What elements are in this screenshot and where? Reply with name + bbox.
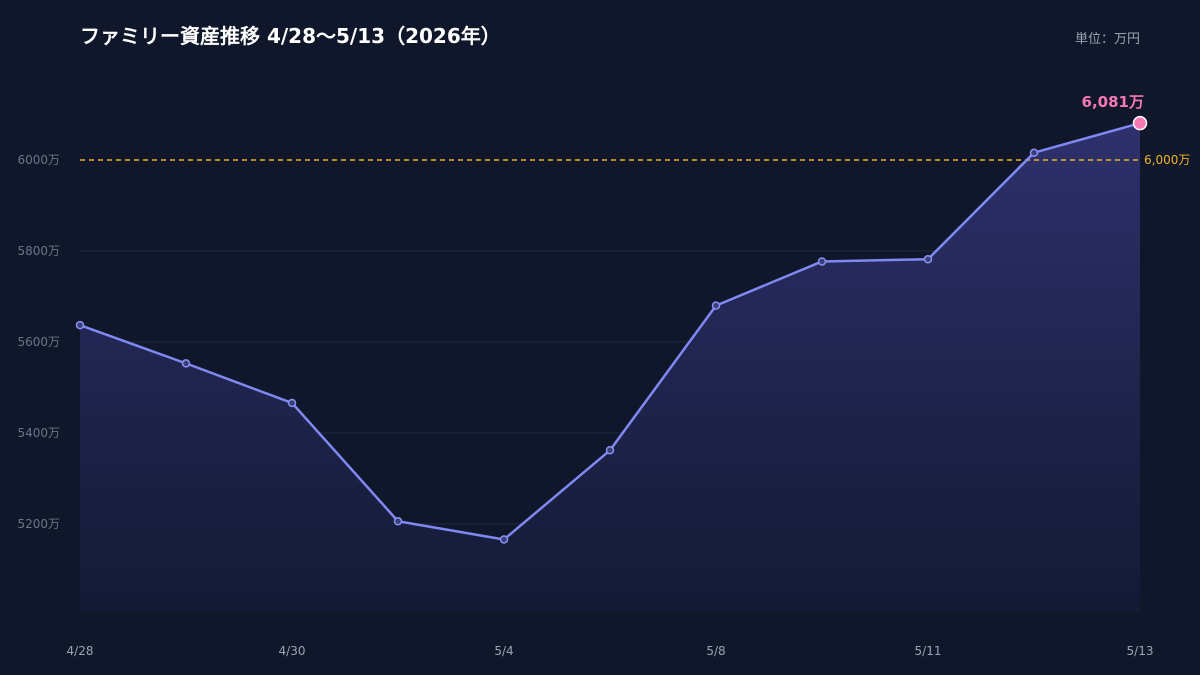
data-point [287,398,297,408]
x-tick-label: 5/8 [706,644,725,658]
x-tick-label: 5/4 [494,644,513,658]
data-point [1029,148,1039,157]
x-tick-label: 5/13 [1127,644,1154,658]
latest-value-label: 6,081万 [1082,93,1144,111]
data-point [711,301,721,310]
y-tick-label: 5200万 [17,517,60,531]
data-point [393,517,403,526]
y-tick-label: 5800万 [17,244,60,258]
x-tick-label: 5/11 [915,644,942,658]
x-tick-label: 4/30 [279,644,306,658]
data-point [605,446,615,455]
x-tick-label: 4/28 [67,644,94,658]
y-tick-label: 5600万 [17,335,60,349]
data-point [75,320,85,330]
data-point [499,535,509,544]
data-point [181,359,191,368]
y-tick-label: 6000万 [17,153,60,167]
area-fill [80,123,1140,613]
data-point [923,254,933,264]
latest-data-point [1132,115,1148,131]
data-point [817,257,827,266]
asset-chart: 5200万 5400万 5600万 5800万 6000万 6,000万 6,081万 4… [17,93,1190,658]
reference-label: 6,000万 [1144,153,1190,167]
y-tick-label: 5400万 [17,426,60,440]
